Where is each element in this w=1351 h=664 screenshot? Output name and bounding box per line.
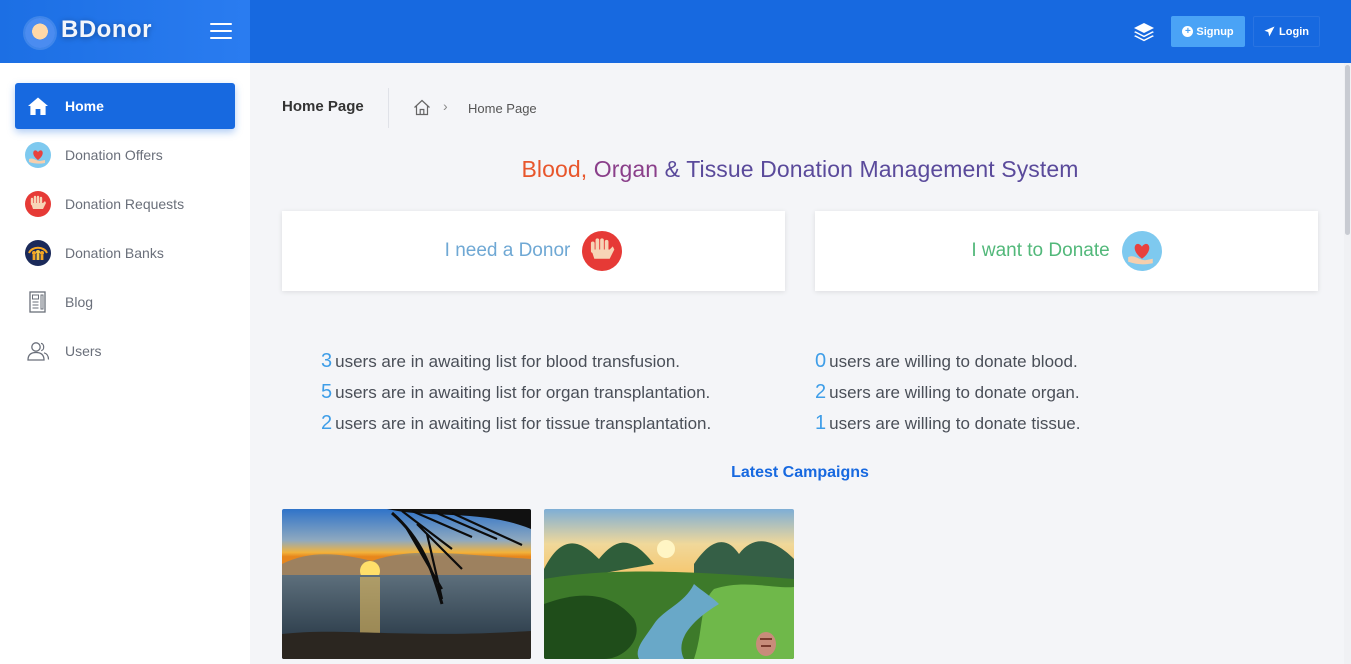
stat-text: users are willing to donate blood. bbox=[829, 352, 1078, 371]
sidebar-item-label: Donation Banks bbox=[65, 245, 164, 261]
chevron-right-icon: › bbox=[443, 98, 448, 114]
stat-number: 0 bbox=[815, 350, 827, 372]
page-title: Home Page bbox=[282, 98, 364, 115]
latest-campaigns-heading: Latest Campaigns bbox=[731, 464, 869, 481]
stat-number: 1 bbox=[815, 412, 827, 434]
stat-text: users are in awaiting list for tissue tr… bbox=[335, 414, 712, 433]
sidebar: Home Donation Offers Donation Requests D… bbox=[0, 63, 250, 664]
breadcrumb-divider bbox=[388, 88, 389, 128]
want-to-donate-label: I want to Donate bbox=[971, 240, 1110, 261]
stat-text: users are in awaiting list for organ tra… bbox=[335, 383, 711, 402]
brand-logo-icon[interactable] bbox=[25, 18, 55, 48]
layers-icon[interactable] bbox=[1133, 22, 1155, 42]
sidebar-item-label: Users bbox=[65, 343, 102, 359]
home-icon bbox=[25, 93, 51, 119]
sidebar-item-label: Donation Requests bbox=[65, 196, 185, 212]
stat-number: 3 bbox=[321, 350, 333, 372]
sidebar-item-label: Donation Offers bbox=[65, 147, 163, 163]
users-icon bbox=[25, 338, 51, 364]
notebook-icon bbox=[25, 289, 51, 315]
login-button[interactable]: Login bbox=[1253, 16, 1320, 47]
people-group-icon bbox=[25, 240, 51, 266]
page-scrollbar[interactable] bbox=[1344, 63, 1351, 664]
headline-part-blood: Blood, bbox=[521, 156, 594, 182]
stat-text: users are in awaiting list for blood tra… bbox=[335, 352, 681, 371]
stat-row: 1 users are willing to donate tissue. bbox=[815, 408, 1080, 439]
awaiting-stats: 3 users are in awaiting list for blood tr… bbox=[321, 346, 711, 439]
stat-row: 5 users are in awaiting list for organ tr… bbox=[321, 377, 711, 408]
raised-hand-icon bbox=[25, 191, 51, 217]
want-to-donate-card[interactable]: I want to Donate bbox=[815, 211, 1318, 291]
hamburger-menu-icon[interactable] bbox=[210, 22, 232, 40]
top-navbar: BDonor + Signup Login bbox=[0, 0, 1351, 63]
sidebar-item-label: Blog bbox=[65, 294, 94, 310]
sidebar-item-home[interactable]: Home bbox=[15, 83, 235, 129]
paper-plane-icon bbox=[1264, 26, 1275, 37]
brand-area: BDonor bbox=[0, 0, 250, 63]
sidebar-item-donation-banks[interactable]: Donation Banks bbox=[15, 230, 235, 276]
brand-name[interactable]: BDonor bbox=[61, 16, 152, 44]
headline-part-organ: Organ bbox=[593, 156, 659, 182]
sidebar-item-label: Home bbox=[65, 98, 104, 114]
stat-text: users are willing to donate organ. bbox=[829, 383, 1080, 402]
signup-button[interactable]: + Signup bbox=[1171, 16, 1245, 47]
stat-row: 2 users are willing to donate organ. bbox=[815, 377, 1080, 408]
stat-row: 3 users are in awaiting list for blood tr… bbox=[321, 346, 711, 377]
campaign-image-river-valley[interactable] bbox=[544, 509, 794, 659]
stat-text: users are willing to donate tissue. bbox=[829, 414, 1081, 433]
stat-row: 0 users are willing to donate blood. bbox=[815, 346, 1080, 377]
willing-stats: 0 users are willing to donate blood. 2 use… bbox=[815, 346, 1080, 439]
stat-number: 2 bbox=[321, 412, 333, 434]
stat-row: 2 users are in awaiting list for tissue t… bbox=[321, 408, 711, 439]
home-outline-icon[interactable] bbox=[413, 99, 431, 116]
breadcrumb-current: Home Page bbox=[468, 101, 537, 116]
need-donor-card[interactable]: I need a Donor bbox=[282, 211, 785, 291]
sidebar-item-donation-offers[interactable]: Donation Offers bbox=[15, 132, 235, 178]
sidebar-item-blog[interactable]: Blog bbox=[15, 279, 235, 325]
stat-number: 5 bbox=[321, 381, 333, 403]
heart-hand-icon bbox=[25, 142, 51, 168]
raised-hand-icon bbox=[582, 231, 623, 271]
sidebar-item-donation-requests[interactable]: Donation Requests bbox=[15, 181, 235, 227]
headline-part-rest: & Tissue Donation Management System bbox=[658, 156, 1079, 182]
heart-hand-icon bbox=[1121, 231, 1162, 271]
login-label: Login bbox=[1279, 25, 1309, 38]
sidebar-item-users[interactable]: Users bbox=[15, 328, 235, 374]
plus-circle-icon: + bbox=[1182, 26, 1194, 37]
system-headline: Blood, Organ & Tissue Donation Managemen… bbox=[282, 156, 1318, 183]
campaign-image-sunset-beach[interactable] bbox=[282, 509, 531, 659]
signup-label: Signup bbox=[1196, 25, 1234, 38]
need-donor-label: I need a Donor bbox=[444, 240, 571, 261]
stat-number: 2 bbox=[815, 381, 827, 403]
scrollbar-thumb[interactable] bbox=[1345, 65, 1350, 235]
